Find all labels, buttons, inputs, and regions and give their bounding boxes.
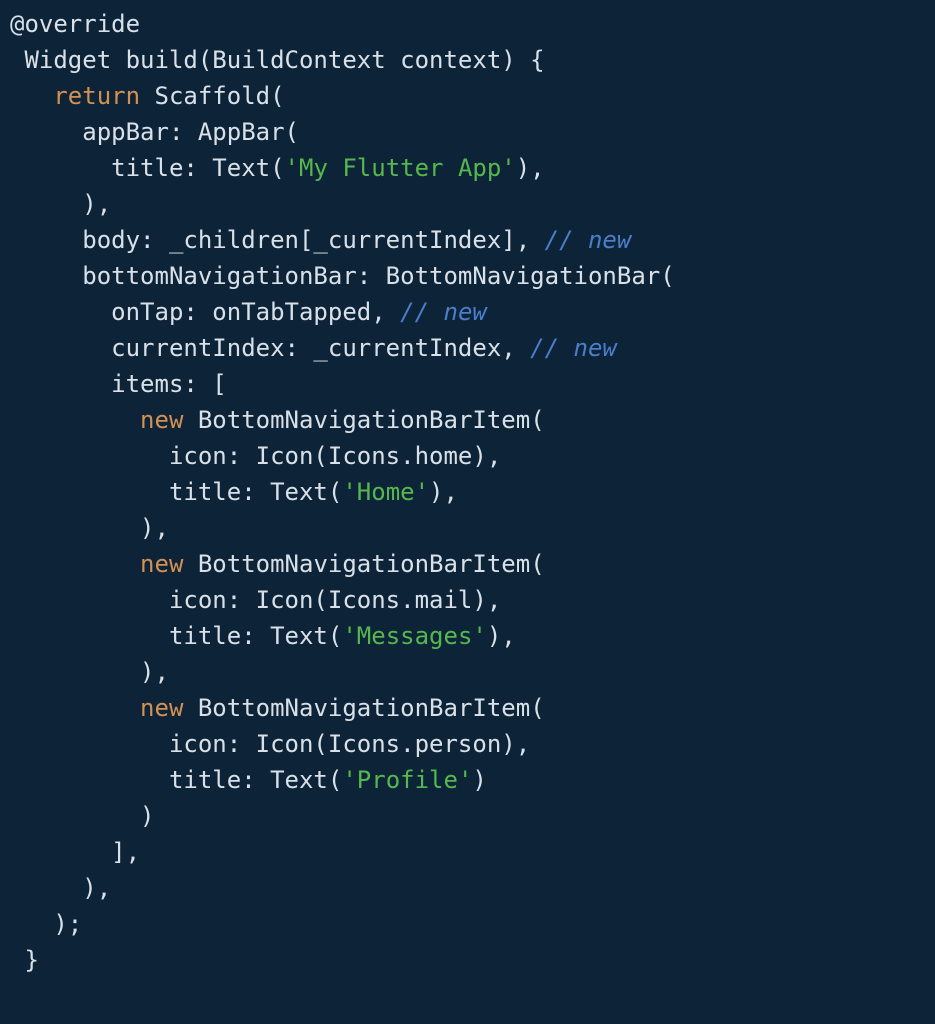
- code-token: ): [10, 802, 155, 830]
- code-token: BottomNavigationBarItem(: [183, 550, 544, 578]
- code-token: title: Text(: [10, 766, 342, 794]
- code-token: title: Text(: [10, 154, 285, 182]
- code-token: body: _children[_currentIndex],: [10, 226, 545, 254]
- code-token: icon: Icon(Icons.person),: [10, 730, 530, 758]
- code-token: [10, 406, 140, 434]
- code-token: onTap: onTabTapped,: [10, 298, 400, 326]
- code-line[interactable]: title: Text('My Flutter App'),: [10, 154, 545, 182]
- code-token: title: Text(: [10, 622, 342, 650]
- code-token: bottomNavigationBar: BottomNavigationBar…: [10, 262, 675, 290]
- code-line[interactable]: ): [10, 802, 155, 830]
- code-line[interactable]: new BottomNavigationBarItem(: [10, 694, 545, 722]
- code-line[interactable]: @override: [10, 10, 140, 38]
- code-token: Widget build(BuildContext context) {: [10, 46, 545, 74]
- code-token: }: [10, 946, 39, 974]
- code-token: [10, 550, 140, 578]
- code-token: ): [472, 766, 486, 794]
- code-line[interactable]: icon: Icon(Icons.home),: [10, 442, 501, 470]
- code-token: // new: [545, 226, 632, 254]
- code-line[interactable]: body: _children[_currentIndex], // new: [10, 226, 631, 254]
- code-token: items: [: [10, 370, 227, 398]
- code-token: ),: [10, 514, 169, 542]
- code-token: icon: Icon(Icons.home),: [10, 442, 501, 470]
- code-token: new: [140, 406, 183, 434]
- code-line[interactable]: );: [10, 910, 82, 938]
- code-line[interactable]: title: Text('Home'),: [10, 478, 458, 506]
- code-token: appBar: AppBar(: [10, 118, 299, 146]
- code-line[interactable]: title: Text('Profile'): [10, 766, 487, 794]
- code-token: title: Text(: [10, 478, 342, 506]
- code-line[interactable]: title: Text('Messages'),: [10, 622, 516, 650]
- code-line[interactable]: ),: [10, 514, 169, 542]
- code-token: new: [140, 550, 183, 578]
- code-token: 'My Flutter App': [285, 154, 516, 182]
- code-token: icon: Icon(Icons.mail),: [10, 586, 501, 614]
- code-line[interactable]: items: [: [10, 370, 227, 398]
- code-token: ),: [516, 154, 545, 182]
- code-token: 'Home': [342, 478, 429, 506]
- code-line[interactable]: appBar: AppBar(: [10, 118, 299, 146]
- code-line[interactable]: ),: [10, 190, 111, 218]
- code-token: ),: [10, 658, 169, 686]
- code-line[interactable]: Widget build(BuildContext context) {: [10, 46, 545, 74]
- code-token: BottomNavigationBarItem(: [183, 406, 544, 434]
- code-token: ],: [10, 838, 140, 866]
- code-token: ),: [10, 190, 111, 218]
- code-token: [10, 82, 53, 110]
- code-token: ),: [10, 874, 111, 902]
- code-line[interactable]: ),: [10, 658, 169, 686]
- code-line[interactable]: currentIndex: _currentIndex, // new: [10, 334, 617, 362]
- code-token: ),: [429, 478, 458, 506]
- code-token: [10, 694, 140, 722]
- code-token: ),: [487, 622, 516, 650]
- code-line[interactable]: ],: [10, 838, 140, 866]
- code-line[interactable]: }: [10, 946, 39, 974]
- code-token: Scaffold(: [140, 82, 285, 110]
- code-line[interactable]: icon: Icon(Icons.person),: [10, 730, 530, 758]
- code-line[interactable]: bottomNavigationBar: BottomNavigationBar…: [10, 262, 675, 290]
- code-token: // new: [400, 298, 487, 326]
- code-token: // new: [530, 334, 617, 362]
- code-line[interactable]: new BottomNavigationBarItem(: [10, 406, 545, 434]
- code-token: currentIndex: _currentIndex,: [10, 334, 530, 362]
- code-token: 'Profile': [342, 766, 472, 794]
- code-token: BottomNavigationBarItem(: [183, 694, 544, 722]
- code-token: return: [53, 82, 140, 110]
- code-editor[interactable]: @override Widget build(BuildContext cont…: [0, 0, 935, 978]
- code-line[interactable]: icon: Icon(Icons.mail),: [10, 586, 501, 614]
- code-token: );: [10, 910, 82, 938]
- code-line[interactable]: ),: [10, 874, 111, 902]
- code-line[interactable]: onTap: onTabTapped, // new: [10, 298, 487, 326]
- code-token: 'Messages': [342, 622, 487, 650]
- code-line[interactable]: new BottomNavigationBarItem(: [10, 550, 545, 578]
- code-line[interactable]: return Scaffold(: [10, 82, 285, 110]
- code-token: new: [140, 694, 183, 722]
- code-token: @override: [10, 10, 140, 38]
